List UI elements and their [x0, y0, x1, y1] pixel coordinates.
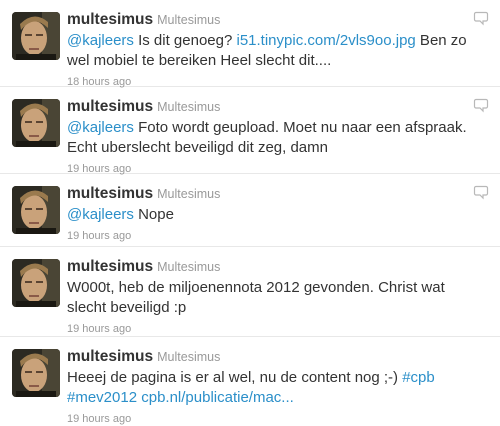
tweet-text: W000t, heb de miljoenennota 2012 gevonde… — [67, 278, 480, 318]
tweet-content: multesimus Multesimus Heeej de pagina is … — [67, 347, 480, 426]
tweet-link[interactable]: @kajleers — [67, 119, 134, 136]
tweet-link[interactable]: @kajleers — [67, 32, 134, 49]
tweet-text: @kajleers Foto wordt geupload. Moet nu n… — [67, 118, 480, 158]
tweet[interactable]: multesimus Multesimus @kajleers Foto word… — [0, 87, 500, 176]
tweet-text-segment: W000t, heb de miljoenennota 2012 gevonde… — [67, 279, 445, 316]
tweet-text: @kajleers Is dit genoeg? i51.tinypic.com… — [67, 31, 480, 71]
tweet-username[interactable]: Multesimus — [157, 187, 220, 201]
tweet-link[interactable]: i51.tinypic.com/2vls9oo.jpg — [237, 32, 416, 49]
tweet-username[interactable]: Multesimus — [157, 100, 220, 114]
avatar[interactable] — [12, 186, 60, 234]
tweet-username[interactable]: Multesimus — [157, 350, 220, 364]
tweet-link[interactable]: #cpb — [402, 369, 435, 386]
tweet-username[interactable]: Multesimus — [157, 13, 220, 27]
tweet-text-segment: Nope — [133, 206, 174, 223]
tweet-text-segment: Heeej de pagina is er al wel, nu de cont… — [67, 369, 403, 386]
tweet-timestamp[interactable]: 19 hours ago — [67, 322, 480, 336]
tweet-content: multesimus Multesimus W000t, heb de miljo… — [67, 257, 480, 336]
reply-icon[interactable] — [473, 10, 489, 26]
tweet-header: multesimus Multesimus — [67, 347, 480, 367]
tweet-content: multesimus Multesimus @kajleers Nope 19 h… — [67, 184, 480, 243]
tweet-fullname[interactable]: multesimus — [67, 11, 153, 28]
reply-icon[interactable] — [473, 97, 489, 113]
tweet-feed: multesimus Multesimus @kajleers Is dit ge… — [0, 0, 500, 426]
tweet-header: multesimus Multesimus — [67, 97, 480, 117]
avatar[interactable] — [12, 259, 60, 307]
tweet-header: multesimus Multesimus — [67, 257, 480, 277]
tweet-fullname[interactable]: multesimus — [67, 98, 153, 115]
tweet-fullname[interactable]: multesimus — [67, 258, 153, 275]
avatar[interactable] — [12, 349, 60, 397]
tweet-content: multesimus Multesimus @kajleers Foto word… — [67, 97, 480, 176]
tweet-fullname[interactable]: multesimus — [67, 185, 153, 202]
tweet-header: multesimus Multesimus — [67, 184, 480, 204]
tweet-link[interactable]: @kajleers — [67, 206, 134, 223]
tweet-header: multesimus Multesimus — [67, 10, 480, 30]
avatar[interactable] — [12, 99, 60, 147]
tweet-fullname[interactable]: multesimus — [67, 348, 153, 365]
tweet-username[interactable]: Multesimus — [157, 260, 220, 274]
tweet-link[interactable]: cpb.nl/publicatie/mac... — [141, 389, 294, 406]
tweet[interactable]: multesimus Multesimus @kajleers Is dit ge… — [0, 0, 500, 89]
reply-icon[interactable] — [473, 184, 489, 200]
tweet[interactable]: multesimus Multesimus W000t, heb de miljo… — [0, 247, 500, 337]
tweet[interactable]: multesimus Multesimus @kajleers Nope 19 h… — [0, 174, 500, 247]
tweet-text: @kajleers Nope — [67, 205, 480, 225]
tweet-timestamp[interactable]: 19 hours ago — [67, 229, 480, 243]
tweet-link[interactable]: #mev2012 — [67, 389, 137, 406]
tweet-text-segment: Is dit genoeg? — [133, 32, 237, 49]
avatar[interactable] — [12, 12, 60, 60]
tweet[interactable]: multesimus Multesimus Heeej de pagina is … — [0, 337, 500, 426]
tweet-text: Heeej de pagina is er al wel, nu de cont… — [67, 368, 480, 408]
tweet-content: multesimus Multesimus @kajleers Is dit ge… — [67, 10, 480, 89]
